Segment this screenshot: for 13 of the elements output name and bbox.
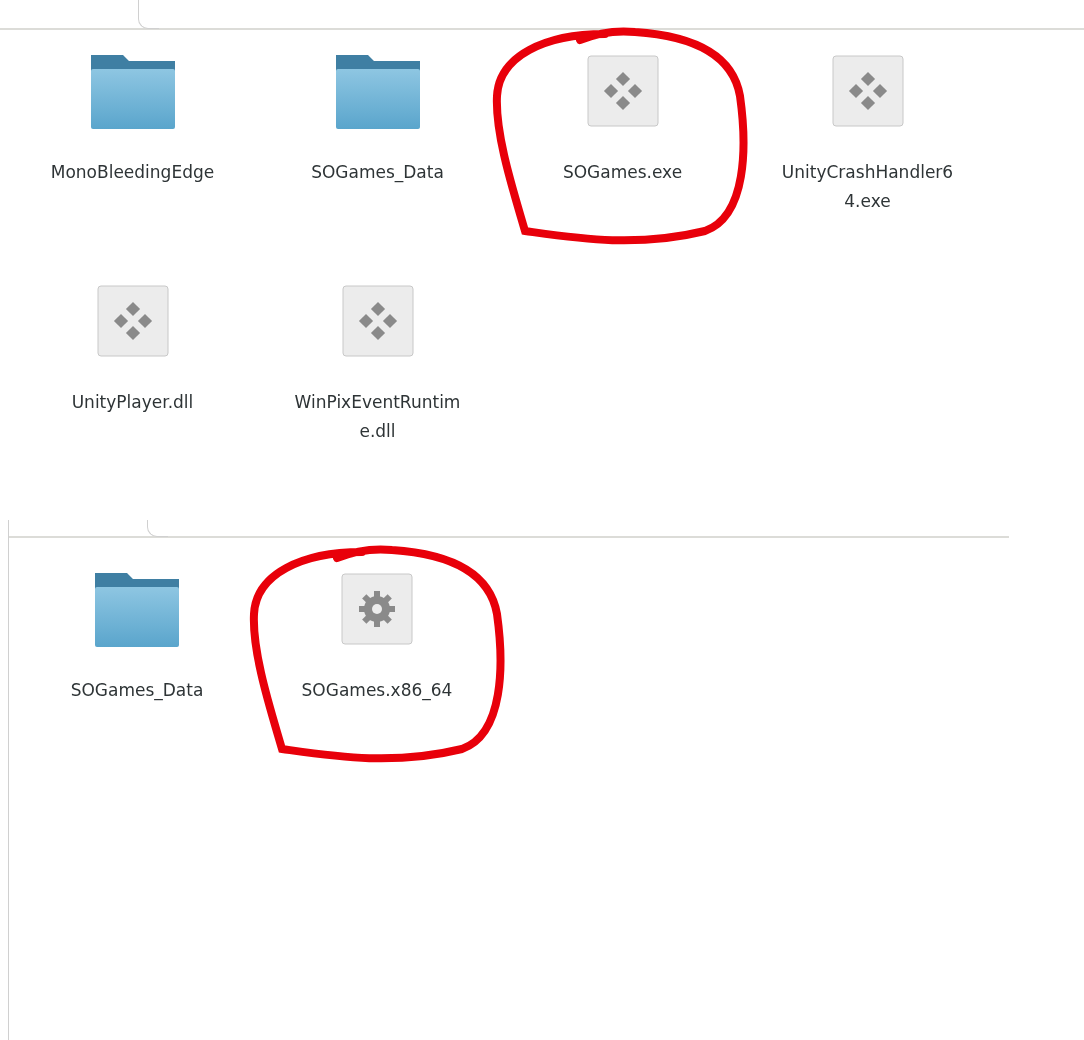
file-name: UnityPlayer.dll: [70, 391, 195, 414]
application-icon: [341, 285, 414, 357]
file-name: MonoBleedingEdge: [49, 161, 216, 184]
file-name: SOGames.x86_64: [300, 679, 454, 703]
gear-icon: [341, 573, 413, 645]
file-name: UnityCrashHandler64.exe: [781, 161, 954, 213]
application-icon: [831, 55, 904, 127]
application-icon: [96, 285, 169, 357]
file-name: SOGames.exe: [561, 161, 684, 184]
file-name: WinPixEventRuntime.dll: [293, 391, 462, 443]
file-name: SOGames_Data: [69, 679, 205, 703]
application-icon: [586, 55, 659, 127]
file-name: SOGames_Data: [310, 161, 445, 185]
